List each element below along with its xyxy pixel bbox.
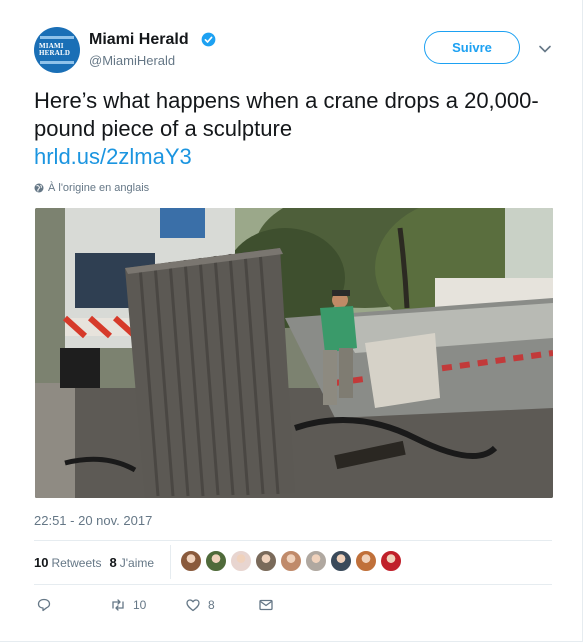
globe-icon bbox=[34, 183, 44, 193]
retweets-stat[interactable]: 10 Retweets bbox=[34, 555, 102, 570]
divider-bottom bbox=[34, 584, 552, 585]
like-action-count: 8 bbox=[208, 598, 215, 612]
account-avatar[interactable]: MIAMI HERALD bbox=[34, 27, 80, 73]
likes-count: 8 bbox=[109, 555, 117, 570]
likes-stat[interactable]: 8 J'aime bbox=[110, 555, 155, 570]
avatar-logo-bar bbox=[40, 36, 74, 39]
tweet-text: Here’s what happens when a crane drops a… bbox=[34, 87, 554, 171]
heart-icon bbox=[186, 599, 200, 612]
avatar-logo-bar-bottom bbox=[40, 61, 74, 64]
liker-avatar[interactable] bbox=[280, 550, 302, 572]
retweets-label: Retweets bbox=[51, 556, 102, 570]
reply-button[interactable] bbox=[36, 597, 52, 613]
liker-avatar[interactable] bbox=[380, 550, 402, 572]
avatar-logo-text: MIAMI HERALD bbox=[39, 43, 75, 57]
verified-badge-icon bbox=[201, 32, 216, 47]
account-name[interactable]: Miami Herald bbox=[89, 31, 189, 49]
reply-icon bbox=[37, 598, 51, 612]
account-handle[interactable]: @MiamiHerald bbox=[89, 53, 175, 68]
liker-avatar[interactable] bbox=[355, 550, 377, 572]
tweet-card: MIAMI HERALD Miami Herald @MiamiHerald S… bbox=[0, 0, 583, 642]
liker-avatar[interactable] bbox=[255, 550, 277, 572]
direct-message-button[interactable] bbox=[258, 597, 274, 613]
follow-button[interactable]: Suivre bbox=[424, 31, 520, 64]
avatar-logo-line2: HERALD bbox=[39, 49, 71, 57]
likes-label: J'aime bbox=[119, 556, 155, 570]
tweet-timestamp[interactable]: 22:51 - 20 nov. 2017 bbox=[34, 513, 152, 528]
translation-label[interactable]: À l'origine en anglais bbox=[48, 182, 149, 194]
retweet-icon bbox=[112, 599, 124, 611]
retweet-action-count: 10 bbox=[133, 598, 147, 612]
envelope-icon bbox=[259, 599, 273, 611]
tweet-link[interactable]: hrld.us/2zlmaY3 bbox=[34, 143, 554, 171]
liker-avatar[interactable] bbox=[205, 550, 227, 572]
engagement-stats: 10 Retweets 8 J'aime bbox=[34, 555, 154, 570]
liker-avatar[interactable] bbox=[330, 550, 352, 572]
tweet-body: Here’s what happens when a crane drops a… bbox=[34, 88, 539, 141]
stats-separator bbox=[170, 545, 171, 579]
like-button[interactable]: 8 bbox=[185, 597, 215, 613]
crane-sculpture-photo bbox=[35, 208, 553, 498]
retweets-count: 10 bbox=[34, 555, 49, 570]
divider-top bbox=[34, 540, 552, 541]
liker-avatar[interactable] bbox=[230, 550, 252, 572]
tweet-photo[interactable] bbox=[35, 208, 553, 498]
liker-avatar[interactable] bbox=[305, 550, 327, 572]
liker-avatars bbox=[180, 550, 402, 572]
liker-avatar[interactable] bbox=[180, 550, 202, 572]
chevron-down-icon[interactable] bbox=[538, 42, 552, 56]
retweet-button[interactable]: 10 bbox=[110, 597, 146, 613]
translation-note[interactable]: À l'origine en anglais bbox=[34, 182, 149, 194]
